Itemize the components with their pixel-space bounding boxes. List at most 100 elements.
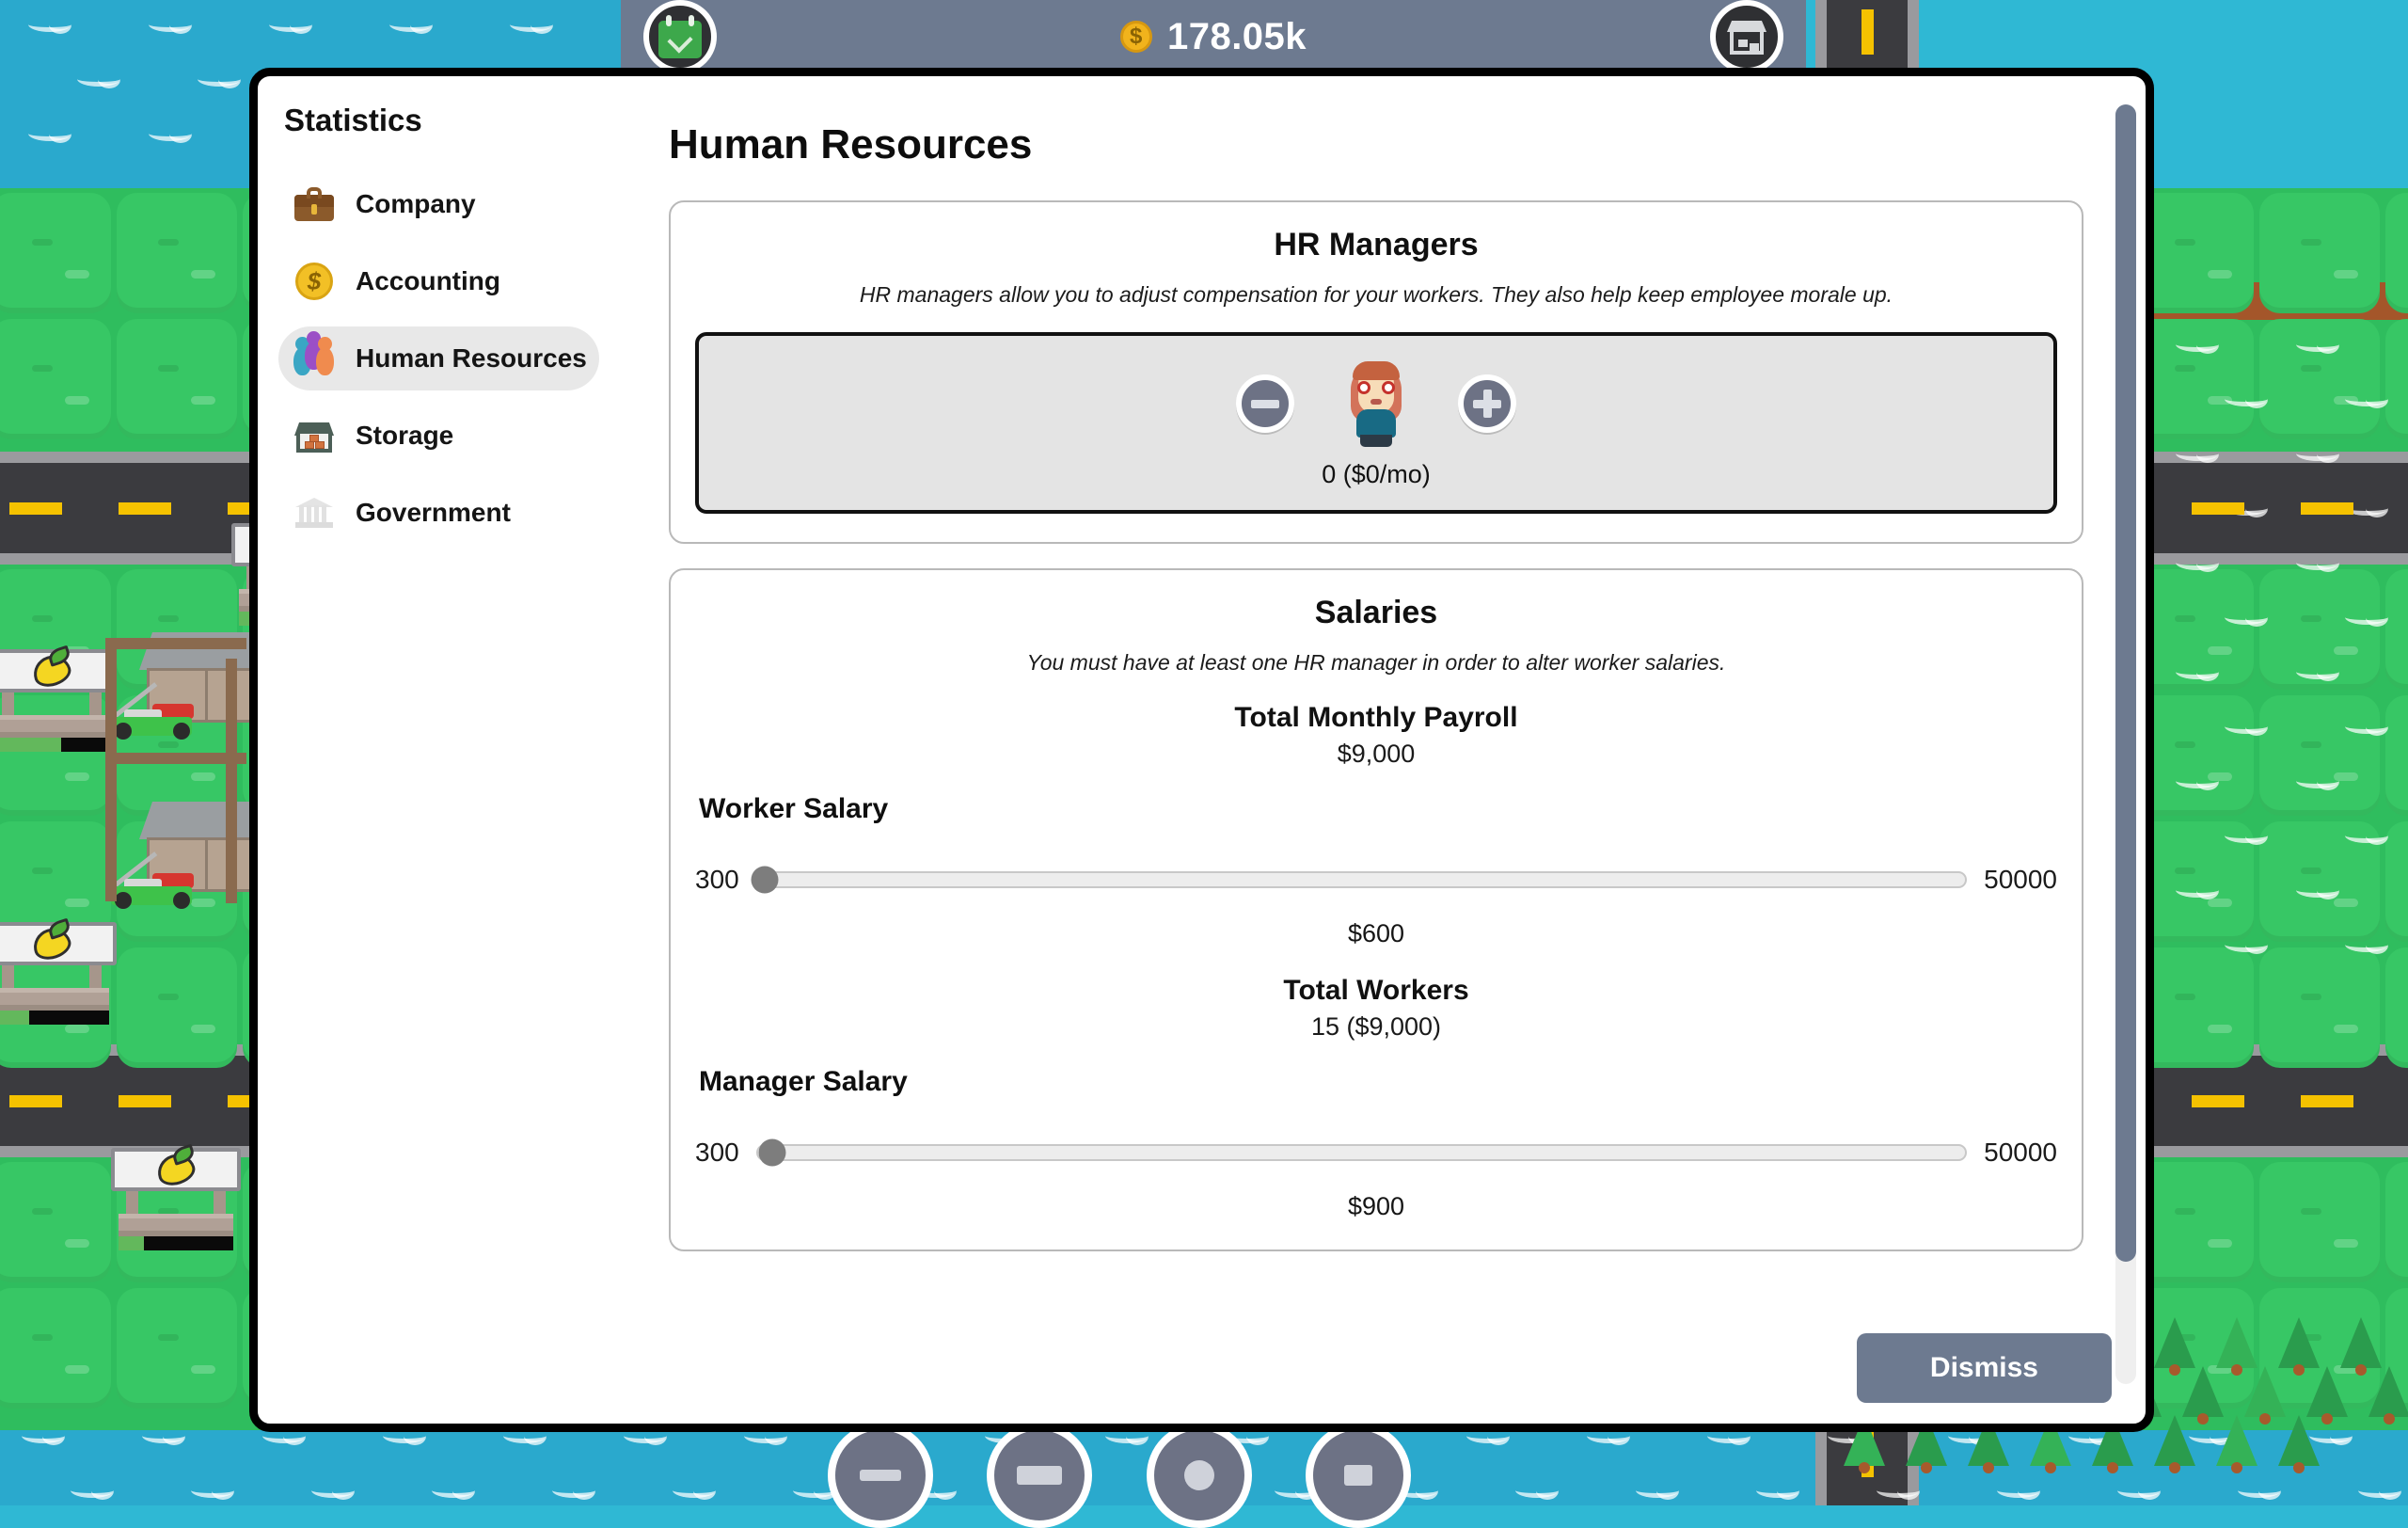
manager-salary-value: $900 xyxy=(695,1192,2057,1221)
tree-trunk-dot xyxy=(2197,1413,2209,1425)
road-dash xyxy=(2192,1095,2244,1107)
hr-manager-count: 0 ($0/mo) xyxy=(1322,460,1431,489)
circle-tool-icon[interactable] xyxy=(1147,1423,1252,1528)
manager-salary-slider-thumb[interactable] xyxy=(759,1139,786,1167)
bottom-tool-dock xyxy=(828,1423,1411,1505)
grass-tile xyxy=(117,193,237,313)
page-title: Human Resources xyxy=(669,121,2083,168)
grass-tile xyxy=(2385,695,2408,816)
tree-trunk-dot xyxy=(2107,1462,2118,1473)
water-wave xyxy=(2296,446,2339,461)
road-dash xyxy=(9,1095,62,1107)
water-wave xyxy=(2296,664,2339,679)
water-wave xyxy=(2225,391,2268,406)
lemon-icon xyxy=(29,651,74,692)
lemonade-stand[interactable] xyxy=(0,649,122,753)
lawn-mower xyxy=(111,698,214,736)
water-wave xyxy=(2296,337,2339,352)
road-dash xyxy=(119,502,171,515)
water-wave xyxy=(142,1428,185,1443)
sidebar-item-accounting[interactable]: $ Accounting xyxy=(278,249,599,313)
water-wave xyxy=(311,1483,355,1498)
sidebar-item-government[interactable]: Government xyxy=(278,481,599,545)
tree xyxy=(2340,1317,2382,1368)
worker-salary-min-label: 300 xyxy=(695,865,739,895)
stand-sign xyxy=(111,1148,241,1191)
hr-manager-stepper-panel: 0 ($0/mo) xyxy=(695,332,2057,514)
road-dash xyxy=(9,502,62,515)
hr-manager-avatar xyxy=(1345,360,1407,447)
warehouse-icon[interactable] xyxy=(1710,0,1783,73)
worker-salary-slider-thumb[interactable] xyxy=(752,867,779,894)
total-workers-label: Total Workers xyxy=(695,975,2057,1007)
tree-trunk-dot xyxy=(2231,1462,2242,1473)
minus-tool-icon[interactable] xyxy=(828,1423,933,1528)
water-wave xyxy=(198,72,241,87)
worker-salary-heading: Worker Salary xyxy=(699,793,2057,825)
water-wave xyxy=(1515,1483,1559,1498)
grass-tile xyxy=(117,947,237,1068)
lemonade-stand[interactable] xyxy=(105,1148,246,1251)
water-wave xyxy=(2296,555,2339,570)
dialog-title: Statistics xyxy=(284,103,599,138)
sidebar-item-company[interactable]: Company xyxy=(278,172,599,236)
water-wave xyxy=(2358,1483,2401,1498)
road-dash xyxy=(2301,1095,2353,1107)
grass-tile xyxy=(2259,1162,2380,1282)
tree-trunk-dot xyxy=(2293,1364,2305,1376)
stand-progress-bar xyxy=(119,1236,233,1250)
water-wave xyxy=(22,1428,65,1443)
hr-manager-decrement-button[interactable] xyxy=(1236,374,1294,433)
content-scrollbar-thumb[interactable] xyxy=(2115,104,2136,1262)
grass-tile xyxy=(2259,947,2380,1068)
tree xyxy=(2216,1415,2258,1466)
grass-tile xyxy=(2385,193,2408,313)
water-wave xyxy=(2176,555,2219,570)
manager-salary-section: Manager Salary 300 50000 $900 xyxy=(695,1066,2057,1221)
water-wave xyxy=(2176,446,2219,461)
total-payroll-value: $9,000 xyxy=(695,740,2057,769)
hr-manager-increment-button[interactable] xyxy=(1458,374,1516,433)
manager-salary-min-label: 300 xyxy=(695,1138,739,1168)
water-wave xyxy=(71,1483,114,1498)
dialog-content-area: Human Resources HR Managers HR managers … xyxy=(620,76,2146,1424)
tree-trunk-dot xyxy=(1921,1462,1932,1473)
dialog-scroll-content: Human Resources HR Managers HR managers … xyxy=(620,76,2146,1424)
money-readout: $ 178.05k xyxy=(1120,16,1307,58)
water-wave xyxy=(673,1483,716,1498)
water-wave xyxy=(2176,664,2219,679)
grid-tool-icon[interactable] xyxy=(987,1423,1092,1528)
water-wave xyxy=(2176,773,2219,788)
total-workers-block: Total Workers 15 ($9,000) xyxy=(695,975,2057,1042)
fence-segment xyxy=(226,659,237,903)
tree xyxy=(2368,1366,2408,1417)
water-wave xyxy=(2225,610,2268,625)
lemonade-stand[interactable] xyxy=(0,922,122,1026)
dismiss-button[interactable]: Dismiss xyxy=(1857,1333,2112,1403)
square-tool-icon[interactable] xyxy=(1306,1423,1411,1528)
road-dash xyxy=(119,1095,171,1107)
hr-managers-description: HR managers allow you to adjust compensa… xyxy=(695,282,2057,308)
water-wave xyxy=(389,17,433,32)
lawn-mower xyxy=(111,867,214,905)
manager-salary-slider[interactable] xyxy=(756,1144,1967,1161)
salaries-title: Salaries xyxy=(695,595,2057,631)
water-wave xyxy=(552,1483,595,1498)
sidebar-item-storage[interactable]: Storage xyxy=(278,404,599,468)
plus-icon-vertical xyxy=(1483,390,1492,418)
sidebar-item-human-resources[interactable]: Human Resources xyxy=(278,326,599,390)
worker-salary-slider[interactable] xyxy=(756,871,1967,888)
water-wave xyxy=(77,72,120,87)
content-scrollbar-track[interactable] xyxy=(2115,104,2136,1384)
fence-segment xyxy=(105,638,246,649)
fence-segment xyxy=(105,638,117,901)
worker-salary-section: Worker Salary 300 50000 $600 xyxy=(695,793,2057,948)
grass-tile xyxy=(117,1288,237,1409)
tree-trunk-dot xyxy=(2259,1413,2271,1425)
calendar-check-icon[interactable] xyxy=(643,0,717,73)
stand-progress-bar xyxy=(0,1011,109,1025)
dollar-coin-icon: $ xyxy=(293,261,335,302)
people-icon xyxy=(293,338,335,379)
grass-tile xyxy=(2385,319,2408,439)
dialog-footer: Dismiss xyxy=(1857,1333,2112,1403)
